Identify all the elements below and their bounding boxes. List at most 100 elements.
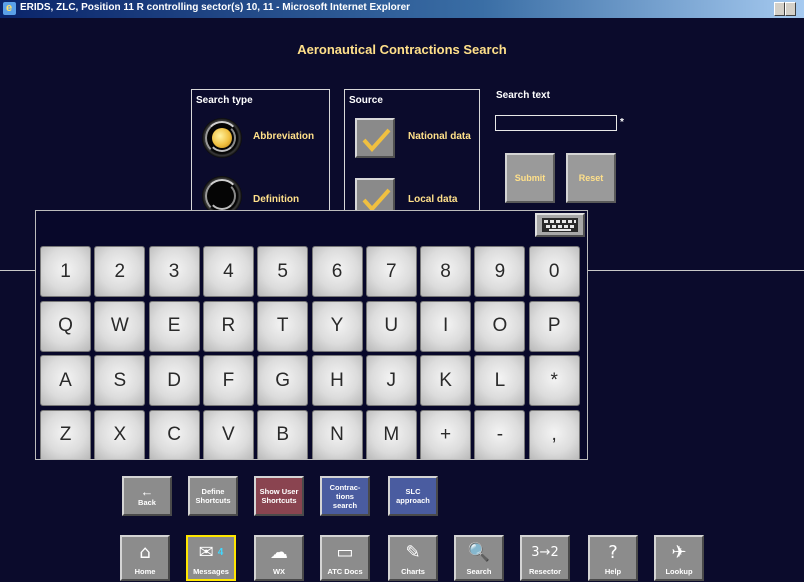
- key-p[interactable]: P: [528, 300, 580, 352]
- submit-button[interactable]: Submit: [505, 153, 555, 203]
- key-comma[interactable]: ,: [528, 409, 580, 459]
- folder-icon: ▭: [336, 541, 354, 563]
- nav-button-label: Resector: [528, 567, 562, 576]
- pen-icon: ✎: [405, 541, 421, 563]
- key-a[interactable]: A: [40, 355, 91, 406]
- key-i[interactable]: I: [420, 300, 472, 352]
- key-1[interactable]: 1: [40, 246, 91, 297]
- toolbar-button-contrac-tions-search[interactable]: Contrac- tions search: [320, 476, 370, 516]
- nav-button-home[interactable]: ⌂ Home: [120, 535, 170, 581]
- key-3[interactable]: 3: [148, 246, 200, 297]
- toolbar-button-show-user-shortcuts[interactable]: Show User Shortcuts: [254, 476, 304, 516]
- search-text-label: Search text: [496, 90, 550, 101]
- reset-button[interactable]: Reset: [566, 153, 616, 203]
- key-t[interactable]: T: [257, 300, 309, 352]
- key-h[interactable]: H: [311, 355, 363, 406]
- key-asterisk[interactable]: *: [528, 355, 580, 406]
- search-icon: 🔍: [467, 541, 491, 563]
- key-plus[interactable]: +: [420, 409, 472, 459]
- key-y[interactable]: Y: [311, 300, 363, 352]
- key-4[interactable]: 4: [202, 246, 254, 297]
- nav-button-label: ATC Docs: [327, 567, 363, 576]
- key-o[interactable]: O: [474, 300, 526, 352]
- toolbar-button-define-shortcuts[interactable]: Define Shortcuts: [188, 476, 238, 516]
- messages-icon: ✉: [198, 541, 214, 563]
- nav-button-label: Home: [134, 567, 156, 576]
- nav-button-label: Lookup: [665, 567, 693, 576]
- key-x[interactable]: X: [94, 409, 146, 459]
- key-j[interactable]: J: [365, 355, 417, 406]
- home-icon: ⌂: [139, 541, 151, 563]
- nav-button-label: Charts: [401, 567, 425, 576]
- nav-button-atc-docs[interactable]: ▭ ATC Docs: [320, 535, 370, 581]
- required-marker: *: [620, 117, 624, 128]
- key-c[interactable]: C: [148, 409, 200, 459]
- keyboard-icon[interactable]: [535, 213, 585, 237]
- key-9[interactable]: 9: [474, 246, 526, 297]
- nav-button-label: WX: [272, 567, 286, 576]
- local-data-label[interactable]: Local data: [408, 194, 457, 205]
- key-l[interactable]: L: [474, 355, 526, 406]
- national-data-checkbox[interactable]: [355, 118, 395, 158]
- key-minus[interactable]: -: [474, 409, 526, 459]
- definition-label[interactable]: Definition: [253, 194, 299, 205]
- key-5[interactable]: 5: [257, 246, 309, 297]
- abbreviation-radio[interactable]: [202, 118, 242, 158]
- key-r[interactable]: R: [202, 300, 254, 352]
- nav-button-wx[interactable]: ☁ WX: [254, 535, 304, 581]
- nav-button-search[interactable]: 🔍 Search: [454, 535, 504, 581]
- key-q[interactable]: Q: [40, 300, 91, 352]
- nav-button-messages[interactable]: ✉ 4 Messages: [186, 535, 236, 581]
- key-b[interactable]: B: [257, 409, 309, 459]
- window-title: ERIDS, ZLC, Position 11 R controlling se…: [20, 2, 411, 13]
- key-d[interactable]: D: [148, 355, 200, 406]
- toolbar-button-label: Contrac- tions search: [329, 482, 361, 510]
- toolbar-button-label: Show User Shortcuts: [259, 487, 299, 505]
- browser-icon: e: [3, 2, 16, 15]
- key-m[interactable]: M: [365, 409, 417, 459]
- national-data-label[interactable]: National data: [408, 131, 471, 142]
- search-text-input[interactable]: [495, 115, 617, 131]
- nav-button-label: Search: [466, 567, 492, 576]
- window-title-bar: e ERIDS, ZLC, Position 11 R controlling …: [0, 0, 804, 18]
- key-u[interactable]: U: [365, 300, 417, 352]
- plane-icon: ✈: [671, 541, 687, 563]
- nav-button-label: Help: [604, 567, 622, 576]
- key-6[interactable]: 6: [311, 246, 363, 297]
- abbreviation-label[interactable]: Abbreviation: [253, 131, 314, 142]
- toolbar-button-label: Define Shortcuts: [195, 487, 231, 505]
- key-f[interactable]: F: [202, 355, 254, 406]
- key-n[interactable]: N: [311, 409, 363, 459]
- weather-icon: ☁: [270, 541, 288, 563]
- key-k[interactable]: K: [420, 355, 472, 406]
- source-label: Source: [349, 95, 383, 106]
- search-type-label: Search type: [196, 95, 253, 106]
- key-w[interactable]: W: [94, 300, 146, 352]
- toolbar-button-label: Back: [138, 497, 156, 507]
- arrow-left-icon: ←: [140, 483, 154, 499]
- key-z[interactable]: Z: [40, 409, 91, 459]
- maximize-button[interactable]: [785, 2, 796, 16]
- page-title: Aeronautical Contractions Search: [297, 42, 507, 57]
- on-screen-keyboard: 1 2 3 4 5 6 7 8 9 0 Q W E R T Y U I O P A S D F G H J K L * Z X C V B N M + -,: [35, 210, 588, 460]
- key-e[interactable]: E: [148, 300, 200, 352]
- key-7[interactable]: 7: [365, 246, 417, 297]
- nav-button-lookup[interactable]: ✈ Lookup: [654, 535, 704, 581]
- key-s[interactable]: S: [94, 355, 146, 406]
- nav-button-charts[interactable]: ✎ Charts: [388, 535, 438, 581]
- key-8[interactable]: 8: [420, 246, 472, 297]
- key-0[interactable]: 0: [528, 246, 580, 297]
- nav-button-resector[interactable]: 3→2 Resector: [520, 535, 570, 581]
- checkmark-icon: [362, 128, 391, 153]
- toolbar-button-label: SLC approach: [396, 487, 430, 505]
- resector-icon: 3→2: [531, 544, 559, 560]
- key-v[interactable]: V: [202, 409, 254, 459]
- nav-button-label: Messages: [193, 567, 229, 576]
- toolbar-button-back[interactable]: ← Back: [122, 476, 172, 516]
- help-icon: ?: [608, 541, 618, 563]
- key-2[interactable]: 2: [94, 246, 146, 297]
- toolbar-button-slc-approach[interactable]: SLC approach: [388, 476, 438, 516]
- minimize-button[interactable]: [774, 2, 785, 16]
- nav-button-help[interactable]: ? Help: [588, 535, 638, 581]
- key-g[interactable]: G: [257, 355, 309, 406]
